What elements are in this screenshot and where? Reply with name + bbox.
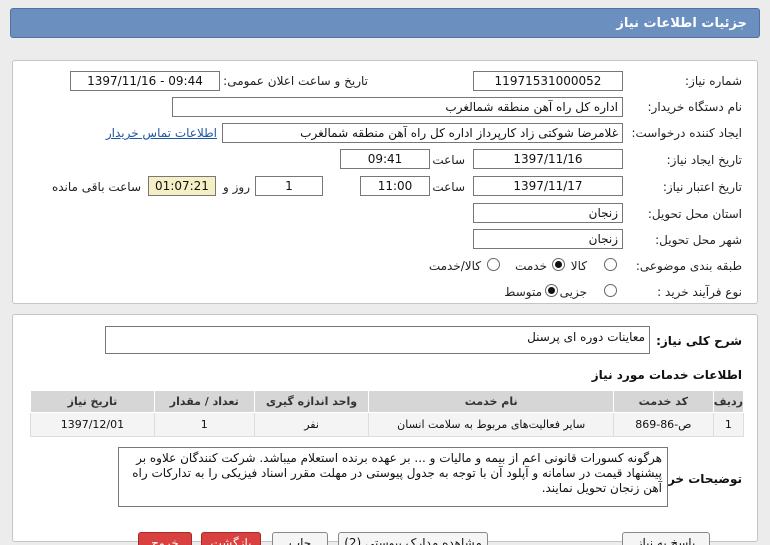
process-label: نوع فرآیند خرید : [657, 285, 742, 299]
create-date-label: تاریخ ایجاد نیاز: [666, 153, 742, 167]
need-number-label: شماره نیاز: [685, 74, 742, 88]
announce-datetime-field: 1397/11/16 - 09:44 [70, 71, 220, 91]
col-service-code: کد خدمت [612, 390, 714, 413]
cell-service-code: ص-86-869 [612, 412, 714, 437]
page-title: جزئیات اطلاعات نیاز [616, 16, 747, 31]
category-radio-goods-service[interactable] [487, 258, 500, 271]
cell-unit: نفر [253, 412, 370, 437]
city-label: شهر محل تحویل: [655, 233, 742, 247]
requester-field: غلامرضا شوکتی زاد کارپرداز اداره کل راه … [222, 123, 623, 143]
time-remaining-field: 01:07:21 [148, 176, 216, 196]
need-number-field: 11971531000052 [473, 71, 623, 91]
announce-label: تاریخ و ساعت اعلان عمومی: [223, 74, 368, 88]
create-time-label: ساعت [432, 153, 465, 167]
page-header: جزئیات اطلاعات نیاز [10, 8, 760, 38]
exit-button[interactable]: خروج [138, 532, 192, 545]
requester-label: ایجاد کننده درخواست: [631, 126, 742, 140]
print-button[interactable]: چاپ [272, 532, 328, 545]
cell-row-number: 1 [712, 412, 745, 437]
services-table-header: ردیف کد خدمت نام خدمت واحد اندازه گیری ت… [30, 390, 745, 413]
process-radio-medium[interactable] [545, 284, 558, 297]
back-button[interactable]: بازگشت [201, 532, 261, 545]
table-row: 1 ص-86-869 سایر فعالیت‌های مربوط به سلام… [30, 412, 745, 437]
cell-service-name: سایر فعالیت‌های مربوط به سلامت انسان [368, 412, 614, 437]
validity-time-label: ساعت [432, 180, 465, 194]
process-option-medium: متوسط [504, 285, 542, 299]
cell-need-date: 1397/12/01 [30, 412, 155, 437]
buyer-org-field: اداره کل راه آهن منطقه شمالغرب [172, 97, 623, 117]
col-quantity: تعداد / مقدار [153, 390, 255, 413]
category-radio-service[interactable] [552, 258, 565, 271]
view-attachments-button[interactable]: مشاهده مدارک پیوستی (2) [338, 532, 488, 545]
category-option-goods-service: کالا/خدمت [428, 259, 481, 273]
services-table: ردیف کد خدمت نام خدمت واحد اندازه گیری ت… [30, 390, 745, 437]
city-field: زنجان [473, 229, 623, 249]
reply-button[interactable]: پاسخ به نیاز [622, 532, 710, 545]
process-option-minor: جزیی [559, 285, 587, 299]
col-service-name: نام خدمت [368, 390, 614, 413]
summary-field: معاینات دوره ای پرسنل [105, 326, 650, 354]
validity-date-label: تاریخ اعتبار نیاز: [662, 180, 742, 194]
time-remaining-label: ساعت باقی مانده [51, 180, 141, 194]
validity-date-field: 1397/11/17 [473, 176, 623, 196]
category-option-goods: کالا [570, 259, 587, 273]
days-remaining-field: 1 [255, 176, 323, 196]
buyer-contact-link[interactable]: اطلاعات تماس خریدار [106, 126, 217, 140]
province-field: زنجان [473, 203, 623, 223]
services-heading: اطلاعات خدمات مورد نیاز [591, 368, 742, 382]
cell-quantity: 1 [153, 412, 255, 437]
col-row-number: ردیف [712, 390, 745, 413]
create-time-field: 09:41 [340, 149, 430, 169]
buyer-org-label: نام دستگاه خریدار: [647, 100, 743, 114]
process-radio-minor[interactable] [604, 284, 617, 297]
category-radio-goods[interactable] [604, 258, 617, 271]
col-need-date: تاریخ نیاز [30, 390, 155, 413]
validity-time-field: 11:00 [360, 176, 430, 196]
create-date-field: 1397/11/16 [473, 149, 623, 169]
summary-label: شرح کلی نیاز: [656, 334, 742, 348]
category-label: طبقه بندی موضوعی: [635, 259, 742, 273]
days-label: روز و [223, 180, 250, 194]
col-unit: واحد اندازه گیری [253, 390, 370, 413]
province-label: استان محل تحویل: [647, 207, 742, 221]
buyer-notes-field: هرگونه کسورات قانونی اعم از بیمه و مالیا… [118, 447, 668, 507]
category-option-service: خدمت [515, 259, 547, 273]
